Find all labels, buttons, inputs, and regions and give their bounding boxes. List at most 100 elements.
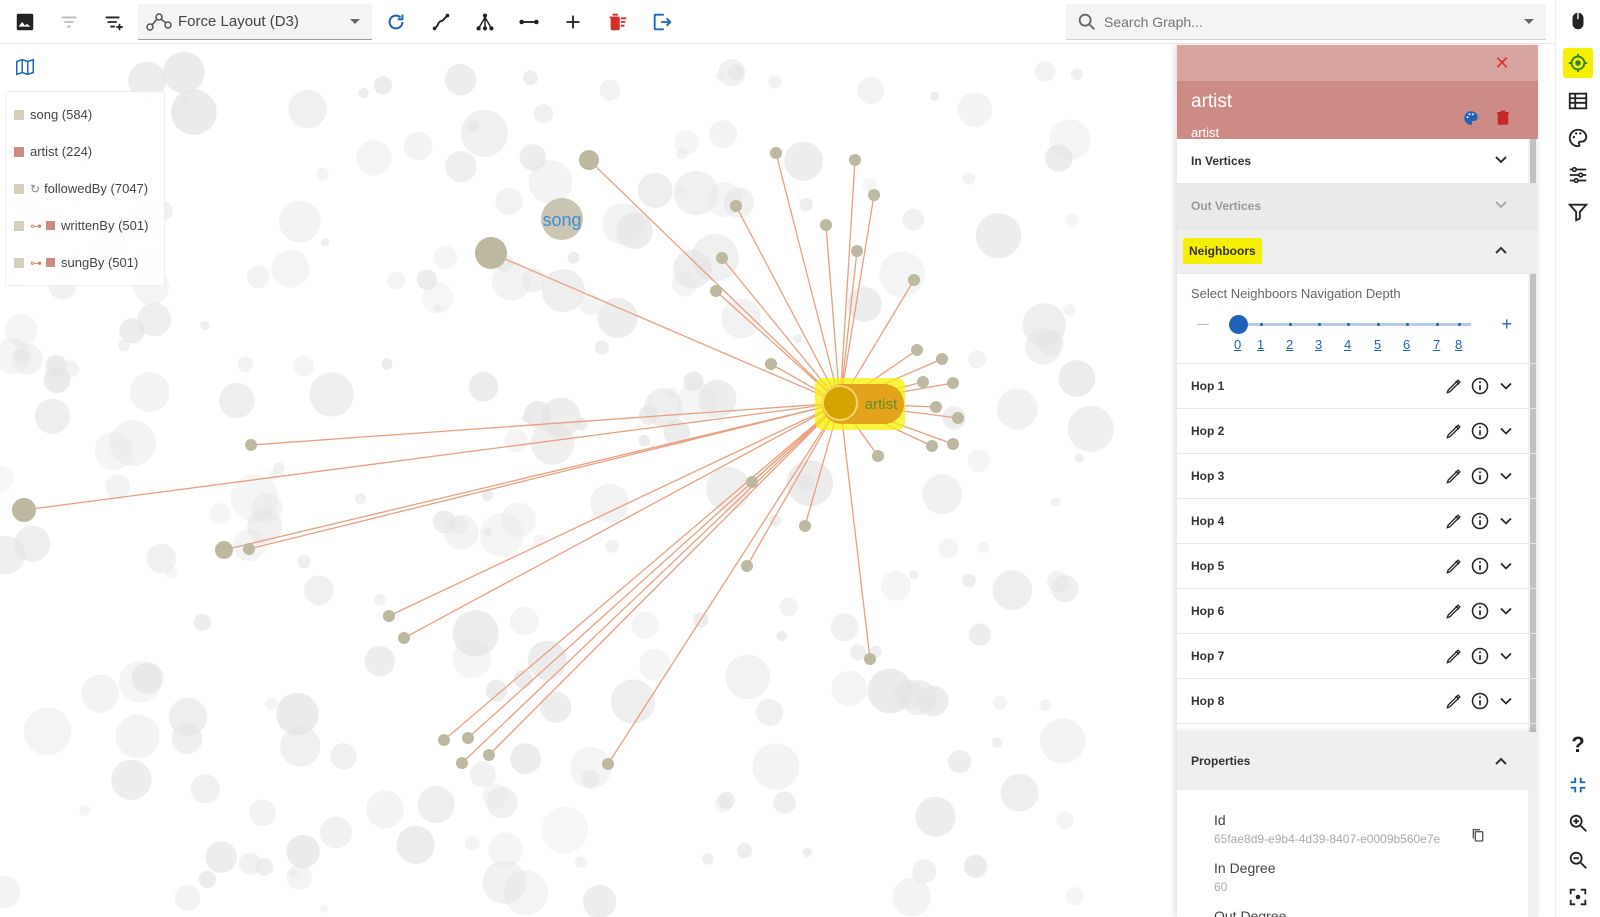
depth-tick-label-6[interactable]: 6 [1403,337,1410,352]
delete-sweep-icon[interactable] [602,6,634,38]
hop-row-5[interactable]: Hop 5 [1177,544,1538,589]
export-icon[interactable] [646,6,678,38]
hop-row-4[interactable]: Hop 4 [1177,499,1538,544]
graph-svg[interactable]: song artist [0,45,1177,917]
layout-select[interactable]: Force Layout (D3) [138,4,372,40]
depth-tick-label-4[interactable]: 4 [1344,337,1351,352]
highlighter-icon[interactable] [1444,511,1464,531]
hop-row-2[interactable]: Hop 2 [1177,409,1538,454]
highlighter-icon[interactable] [1444,556,1464,576]
copy-icon[interactable] [1470,827,1486,843]
background-node [288,89,327,129]
hop-row-8[interactable]: Hop 8 [1177,679,1538,724]
hierarchy-icon[interactable] [469,6,501,38]
chevron-down-icon[interactable] [1524,19,1534,24]
info-icon[interactable] [1470,691,1490,711]
close-icon[interactable]: ✕ [1492,53,1512,73]
chevron-down-icon[interactable] [1496,691,1516,711]
depth-tick-label-7[interactable]: 7 [1433,337,1440,352]
section-neighbors[interactable]: Neighboors [1177,229,1538,274]
info-icon[interactable] [1470,421,1490,441]
info-icon[interactable] [1470,646,1490,666]
zoom-out-icon[interactable] [1563,845,1593,875]
background-node [1071,68,1083,81]
background-node [992,570,1033,610]
depth-tick-label-5[interactable]: 5 [1374,337,1381,352]
highlighter-icon[interactable] [1444,421,1464,441]
map-icon[interactable] [14,56,38,80]
highlighter-icon[interactable] [1444,376,1464,396]
hop-row-3[interactable]: Hop 3 [1177,454,1538,499]
info-icon[interactable] [1470,601,1490,621]
table-icon[interactable] [1563,86,1593,116]
add-icon[interactable] [557,6,589,38]
legend-item-sungby[interactable]: ⊶ sungBy (501) [6,244,164,281]
background-node [466,120,479,133]
depth-minus-button[interactable] [1197,324,1209,325]
depth-tick-label-2[interactable]: 2 [1286,337,1293,352]
locate-icon[interactable] [1563,48,1593,78]
graph-canvas[interactable]: song artist [0,45,1177,917]
legend-checkbox[interactable] [14,220,24,231]
chevron-down-icon[interactable] [1496,466,1516,486]
legend-checkbox[interactable] [14,109,24,120]
fit-view-icon[interactable] [1563,770,1593,800]
depth-plus-button[interactable]: + [1501,314,1512,335]
hop-row-6[interactable]: Hop 6 [1177,589,1538,634]
legend-item-song[interactable]: song (584) [6,96,164,133]
depth-tick-label-3[interactable]: 3 [1315,337,1322,352]
info-icon[interactable] [1470,376,1490,396]
depth-tick-label-8[interactable]: 8 [1455,337,1462,352]
depth-slider-thumb[interactable] [1229,315,1248,334]
info-icon[interactable] [1470,511,1490,531]
info-icon[interactable] [1470,556,1490,576]
search-graph-field[interactable] [1066,4,1546,40]
edge-icon[interactable] [513,6,545,38]
refresh-icon[interactable] [380,6,412,38]
hop-row-7[interactable]: Hop 7 [1177,634,1538,679]
background-node [465,835,480,851]
palette-icon[interactable] [1563,123,1593,153]
chevron-down-icon[interactable] [1496,376,1516,396]
depth-tick-label-1[interactable]: 1 [1257,337,1264,352]
highlighter-icon[interactable] [1444,646,1464,666]
background-node [773,791,796,814]
mouse-icon[interactable] [1563,6,1593,36]
legend-item-followedby[interactable]: ↻ followedBy (7047) [6,170,164,207]
filter-add-icon[interactable] [98,6,130,38]
focus-icon[interactable] [1563,882,1593,912]
highlighter-icon[interactable] [1444,601,1464,621]
image-export-icon[interactable] [9,6,41,38]
filter-icon[interactable] [1563,197,1593,227]
hop-row-1[interactable]: Hop 1 [1177,364,1538,409]
background-node [857,77,885,104]
selected-node-label: artist [865,396,898,413]
chevron-down-icon[interactable] [1496,421,1516,441]
legend-item-writtenby[interactable]: ⊶ writtenBy (501) [6,207,164,244]
help-button[interactable]: ? [1563,730,1593,760]
graph-node [741,560,753,572]
tune-icon[interactable] [1563,160,1593,190]
section-in-vertices[interactable]: In Vertices [1177,139,1538,184]
chevron-down-icon[interactable] [1496,556,1516,576]
highlighter-icon[interactable] [1444,691,1464,711]
section-properties[interactable]: Properties [1177,732,1538,790]
zoom-in-icon[interactable] [1563,808,1593,838]
palette-icon[interactable] [1462,109,1480,127]
search-input[interactable] [1104,13,1504,30]
legend-checkbox[interactable] [14,183,24,194]
chevron-down-icon[interactable] [1496,511,1516,531]
draw-edge-icon[interactable] [425,6,457,38]
info-icon[interactable] [1470,466,1490,486]
legend-item-artist[interactable]: artist (224) [6,133,164,170]
depth-tick-label-0[interactable]: 0 [1234,337,1241,352]
chevron-down-icon[interactable] [1496,646,1516,666]
highlighter-icon[interactable] [1444,466,1464,486]
chevron-down-icon[interactable] [1496,601,1516,621]
legend-checkbox[interactable] [14,146,24,157]
filter-list-icon[interactable] [53,6,85,38]
trash-icon[interactable] [1494,109,1512,127]
legend-checkbox[interactable] [14,257,24,268]
section-out-vertices[interactable]: Out Vertices [1177,184,1538,229]
background-node [533,104,554,124]
